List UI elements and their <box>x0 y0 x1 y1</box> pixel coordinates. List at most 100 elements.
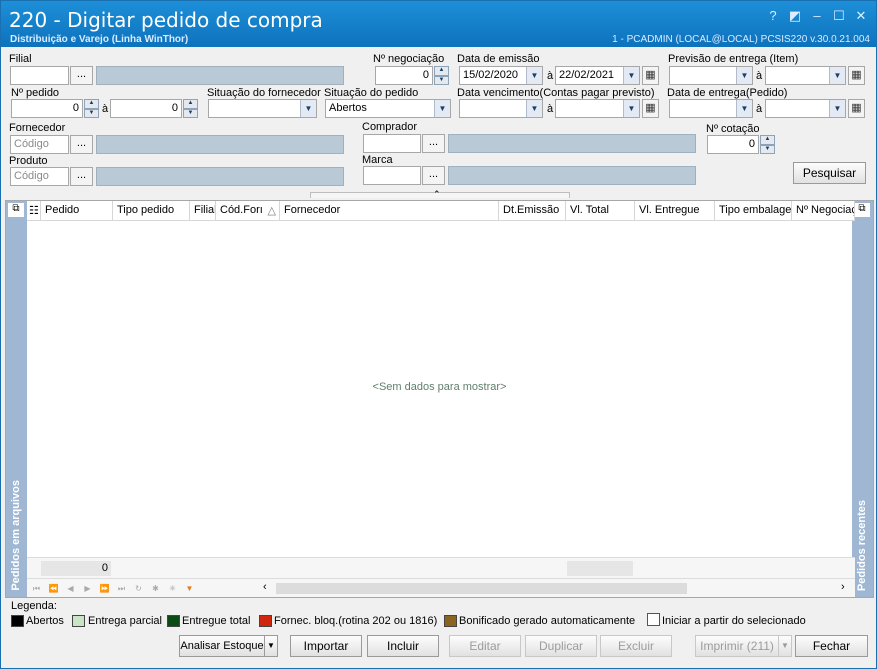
chevron-down-icon[interactable]: ▼ <box>623 67 639 84</box>
negociacao-spinner[interactable]: ▲ ▼ <box>434 66 449 85</box>
column-header[interactable]: Tipo embalager <box>715 201 792 221</box>
prev-page-icon[interactable]: ⏪ <box>47 582 60 595</box>
emissao-from-value: 15/02/2020 <box>463 69 519 81</box>
chevron-down-icon[interactable]: ▼ <box>300 100 316 117</box>
produto-search-button[interactable]: ... <box>70 167 93 186</box>
pedidos-recentes-panel[interactable]: ⧉ Pedidos recentes <box>852 201 873 597</box>
pedido-from-spinner[interactable]: ▲ ▼ <box>84 99 99 118</box>
minimize-icon[interactable]: – <box>808 7 826 25</box>
column-header[interactable]: Nº Negociaç <box>792 201 855 221</box>
column-header[interactable]: Pedido <box>41 201 113 221</box>
chevron-down-icon[interactable]: ▼ <box>736 100 752 117</box>
chevron-down-icon[interactable]: ▼ <box>829 67 845 84</box>
editar-button[interactable]: Editar <box>449 635 521 657</box>
column-header[interactable]: Dt.Emissão <box>499 201 566 221</box>
next-record-icon[interactable]: ▶ <box>81 582 94 595</box>
insert-icon[interactable]: ✱ <box>149 582 162 595</box>
filial-input[interactable] <box>10 66 69 85</box>
iniciar-checkbox[interactable] <box>647 613 660 626</box>
scroll-left-icon[interactable]: ‹ <box>263 581 267 593</box>
incluir-button[interactable]: Incluir <box>367 635 439 657</box>
sit-pedido-select[interactable]: Abertos <box>325 99 451 118</box>
analisar-estoque-button[interactable]: Analisar Estoque <box>179 635 265 657</box>
spin-down-icon[interactable]: ▼ <box>183 108 198 118</box>
excluir-button[interactable]: Excluir <box>600 635 672 657</box>
column-header[interactable]: Filial <box>190 201 216 221</box>
prev-record-icon[interactable]: ◀ <box>64 582 77 595</box>
chevron-down-icon[interactable]: ▼ <box>526 100 542 117</box>
chevron-down-icon[interactable]: ▼ <box>736 67 752 84</box>
restore-panel-icon[interactable]: ⧉ <box>8 203 24 217</box>
spin-down-icon[interactable]: ▼ <box>84 108 99 118</box>
imprimir-button[interactable]: Imprimir (211) <box>695 635 779 657</box>
pedidos-arquivos-panel[interactable]: ⧉ Pedidos em arquivos <box>6 201 27 597</box>
last-record-icon[interactable]: ⏭ <box>115 582 128 595</box>
fornecedor-input[interactable]: Código <box>10 135 69 154</box>
layout-icon[interactable]: ◩ <box>786 7 804 25</box>
legend-label: Entrega parcial <box>88 615 162 627</box>
sit-pedido-value: Abertos <box>329 102 367 114</box>
column-header[interactable]: Vl. Entregue <box>635 201 715 221</box>
importar-button[interactable]: Importar <box>290 635 362 657</box>
chevron-down-icon[interactable]: ▼ <box>778 635 792 657</box>
restore-panel-icon[interactable]: ⧉ <box>854 203 870 217</box>
spin-up-icon[interactable]: ▲ <box>84 99 99 109</box>
chevron-down-icon[interactable]: ▼ <box>829 100 845 117</box>
window-subtitle: Distribuição e Varejo (Linha WinThor) <box>10 34 189 45</box>
next-page-icon[interactable]: ⏩ <box>98 582 111 595</box>
chevron-down-icon[interactable]: ▼ <box>434 100 450 117</box>
horizontal-scrollbar[interactable] <box>276 583 687 594</box>
fornecedor-search-button[interactable]: ... <box>70 135 93 154</box>
duplicar-button[interactable]: Duplicar <box>525 635 597 657</box>
cotacao-input[interactable]: 0 <box>707 135 759 154</box>
cotacao-spinner[interactable]: ▲ ▼ <box>760 135 775 154</box>
marca-search-button[interactable]: ... <box>422 166 445 185</box>
close-icon[interactable]: ✕ <box>852 7 870 25</box>
chevron-down-icon[interactable]: ▼ <box>264 635 278 657</box>
column-header[interactable]: Vl. Total <box>566 201 635 221</box>
fechar-button[interactable]: Fechar <box>795 635 868 657</box>
maximize-icon[interactable]: ☐ <box>830 7 848 25</box>
produto-input[interactable]: Código <box>10 167 69 186</box>
spin-up-icon[interactable]: ▲ <box>760 135 775 145</box>
filial-description <box>96 66 344 85</box>
pedido-to-input[interactable]: 0 <box>110 99 182 118</box>
refresh-icon[interactable]: ↻ <box>132 582 145 595</box>
main-window: 220 - Digitar pedido de compra Distribui… <box>0 0 877 669</box>
marca-description <box>448 166 696 185</box>
negociacao-input[interactable]: 0 <box>375 66 433 85</box>
help-icon[interactable]: ? <box>764 7 782 25</box>
pedido-to-spinner[interactable]: ▲ ▼ <box>183 99 198 118</box>
chevron-up-icon[interactable]: ⌃ <box>433 189 441 200</box>
comprador-label: Comprador <box>362 121 418 133</box>
column-chooser-icon[interactable]: ☷ <box>27 201 41 221</box>
marca-input[interactable] <box>363 166 421 185</box>
spin-up-icon[interactable]: ▲ <box>183 99 198 109</box>
calendar-icon[interactable]: ▦ <box>642 66 659 85</box>
pesquisar-button[interactable]: Pesquisar <box>793 162 866 184</box>
spin-up-icon[interactable]: ▲ <box>434 66 449 76</box>
orders-grid[interactable]: ⧉ Pedidos em arquivos ⧉ Pedidos recentes… <box>5 200 874 598</box>
column-header[interactable]: Fornecedor <box>280 201 499 221</box>
calendar-icon[interactable]: ▦ <box>848 66 865 85</box>
comprador-search-button[interactable]: ... <box>422 134 445 153</box>
spin-down-icon[interactable]: ▼ <box>434 75 449 85</box>
chevron-down-icon[interactable]: ▼ <box>623 100 639 117</box>
pedidos-recentes-label: Pedidos recentes <box>856 499 868 591</box>
filial-label: Filial <box>9 53 32 65</box>
asterisk-icon[interactable]: ✳ <box>166 582 179 595</box>
filter-icon[interactable]: ▼ <box>183 582 196 595</box>
column-header[interactable]: Tipo pedido <box>113 201 190 221</box>
chevron-down-icon[interactable]: ▼ <box>526 67 542 84</box>
calendar-icon[interactable]: ▦ <box>848 99 865 118</box>
filial-search-button[interactable]: ... <box>70 66 93 85</box>
window-controls: ? ◩ – ☐ ✕ <box>764 7 870 25</box>
pedido-from-input[interactable]: 0 <box>11 99 83 118</box>
calendar-icon[interactable]: ▦ <box>642 99 659 118</box>
title-bar: 220 - Digitar pedido de compra Distribui… <box>1 1 876 47</box>
scroll-right-icon[interactable]: › <box>841 581 845 593</box>
first-record-icon[interactable]: ⏮ <box>30 582 43 595</box>
comprador-input[interactable] <box>363 134 421 153</box>
spin-down-icon[interactable]: ▼ <box>760 144 775 154</box>
column-header[interactable]: Cód.Forı △ <box>216 201 280 221</box>
